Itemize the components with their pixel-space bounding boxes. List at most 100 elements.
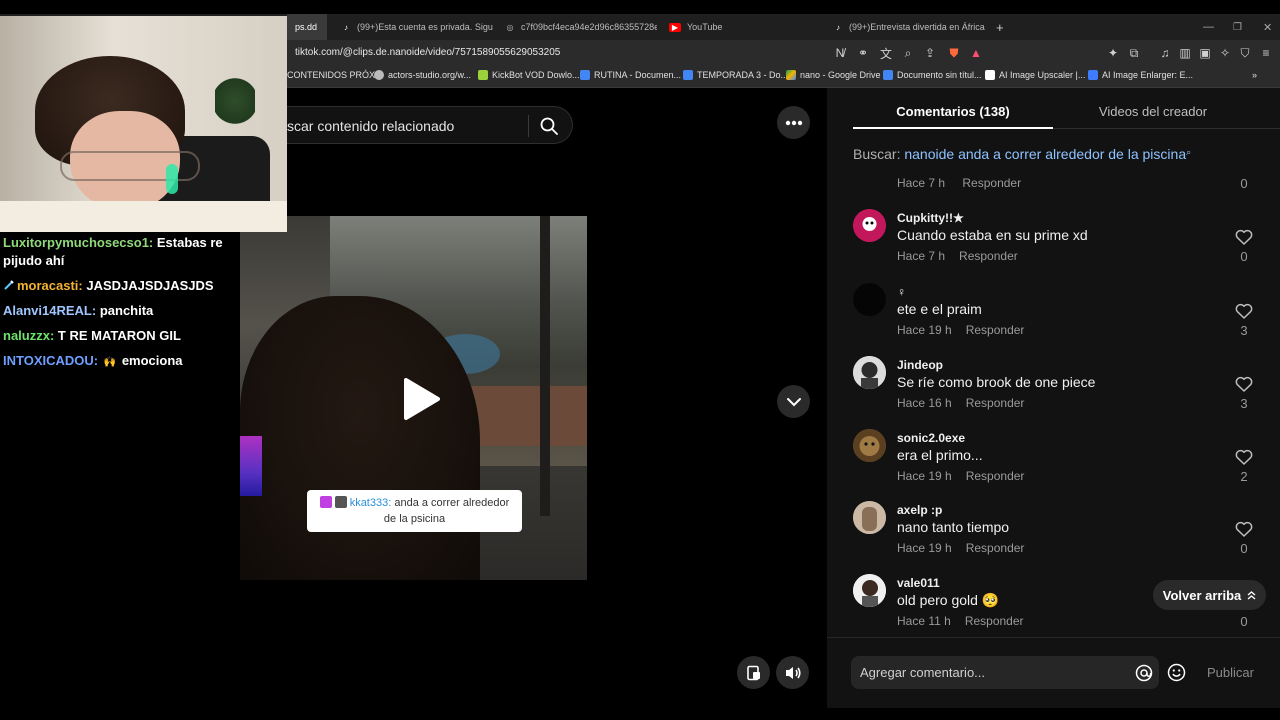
reply-button[interactable]: Responder [965, 614, 1024, 628]
extensions-icon[interactable]: ✦ [1105, 45, 1121, 61]
reply-button[interactable]: Responder [959, 249, 1018, 263]
reply-button[interactable]: Responder [966, 469, 1025, 483]
active-tab-indicator [853, 127, 1053, 129]
reply-button[interactable]: Responder [966, 396, 1025, 410]
picture-in-picture-button[interactable] [737, 656, 770, 689]
screenshot-icon[interactable]: ⧉ [1126, 45, 1142, 61]
wallet-icon[interactable]: ▣ [1197, 45, 1213, 61]
screen-bottom-strip [0, 708, 1280, 720]
search-input[interactable]: scar contenido relacionado [287, 118, 454, 134]
url-text[interactable]: tiktok.com/@clips.de.nanoide/video/75715… [295, 47, 560, 58]
like-count: 0 [1240, 614, 1248, 629]
comment-meta: Hace 7 h Responder [897, 249, 1018, 263]
chat-text: panchita [99, 303, 154, 318]
mention-icon[interactable] [1135, 664, 1153, 682]
browser-tab[interactable]: ◎ c7f09bcf4eca94e2d96c86355728e5f7 [497, 14, 658, 40]
webcam-headset-light [166, 164, 178, 194]
bookmark-item[interactable]: AI Image Enlarger: E... [1088, 70, 1193, 80]
vpn-icon[interactable]: ⛉ [1237, 45, 1253, 61]
comment-time: Hace 19 h [897, 541, 952, 555]
zoom-icon[interactable]: ⌕ [900, 45, 916, 61]
bookmarks-overflow-button[interactable]: » [1252, 70, 1257, 80]
leo-ai-icon[interactable]: ✧ [1217, 45, 1233, 61]
comment-username[interactable]: vale011 [897, 576, 940, 590]
bookmark-item[interactable]: KickBot VOD Dowlo... [478, 70, 580, 80]
related-search[interactable]: Buscar: nanoide anda a correr alrededor … [853, 146, 1191, 162]
music-icon[interactable]: ♫ [1157, 45, 1173, 61]
browser-tab[interactable]: ▶ YouTube [661, 14, 821, 40]
heart-icon[interactable] [1235, 229, 1253, 245]
heart-icon[interactable] [1235, 521, 1253, 537]
overlay-username: kkat333: [349, 497, 392, 509]
avatar[interactable] [853, 574, 886, 607]
youtube-icon: ▶ [669, 22, 681, 32]
comment-input[interactable]: Agregar comentario... [851, 656, 1159, 689]
comment-username[interactable]: ♀ [897, 285, 906, 299]
reply-button[interactable]: Responder [962, 176, 1021, 190]
browser-tab-active[interactable]: ps.dd ✕ [287, 14, 327, 40]
like-count: 3 [1240, 323, 1248, 338]
link-icon[interactable]: ⚭ [855, 45, 871, 61]
play-icon[interactable] [394, 374, 444, 424]
like-count: 2 [1240, 469, 1248, 484]
brave-rewards-icon[interactable]: ▲ [968, 45, 984, 61]
video-player[interactable]: kkat333: anda a correr alrededor de la p… [240, 216, 587, 580]
tab-label: YouTube [687, 22, 723, 32]
chat-emote: 🙌 [103, 357, 117, 368]
tab-creator-videos[interactable]: Videos del creador [1053, 104, 1253, 119]
search-icon[interactable] [537, 115, 561, 137]
reply-button[interactable]: Responder [966, 323, 1025, 337]
chat-text: emociona [121, 353, 183, 368]
avatar[interactable] [853, 283, 886, 316]
comment-username[interactable]: axelp :p [897, 503, 942, 517]
avatar[interactable] [853, 501, 886, 534]
bookmark-item[interactable]: RUTINA - Documen... [580, 70, 681, 80]
sidebar-icon[interactable]: ▥ [1177, 45, 1193, 61]
bookmark-item[interactable]: TEMPORADA 3 - Do... [683, 70, 788, 80]
minimize-button[interactable]: — [1195, 14, 1222, 40]
browser-tab[interactable]: ♪ (99+)Esta cuenta es privada. Sigue e [333, 14, 493, 40]
brave-shield-icon[interactable]: ⛊ [946, 45, 962, 61]
avatar[interactable] [853, 429, 886, 462]
chat-message: moracasti: JASDJAJSDJASJDS [3, 277, 237, 295]
share-icon[interactable]: ⇪ [922, 45, 938, 61]
reply-button[interactable]: Responder [966, 541, 1025, 555]
bookmark-item[interactable]: actors-studio.org/w... [374, 70, 471, 80]
bookmark-item[interactable]: nano - Google Drive [786, 70, 881, 80]
heart-icon[interactable] [1235, 303, 1253, 319]
emoji-icon[interactable] [1167, 663, 1186, 682]
back-to-top-button[interactable]: Volver arriba [1153, 580, 1266, 610]
no-tracking-icon[interactable]: N̸ [832, 45, 848, 61]
tab-comments[interactable]: Comentarios (138) [853, 104, 1053, 119]
volume-button[interactable] [776, 656, 809, 689]
close-window-button[interactable]: ✕ [1255, 14, 1280, 40]
restore-button[interactable]: ❐ [1225, 14, 1250, 40]
bookmark-item[interactable]: Documento sin títul... [883, 70, 982, 80]
search-bar[interactable]: scar contenido relacionado [287, 106, 573, 144]
bookmark-item[interactable]: CONTENIDOS PRÓX... [287, 70, 383, 80]
volume-icon [785, 666, 801, 679]
new-tab-button[interactable]: + [988, 14, 1008, 40]
translate-icon[interactable]: 文 [878, 45, 894, 61]
tab-label: (99+)Esta cuenta es privada. Sigue e [357, 22, 493, 32]
chat-text: T RE MATARON GIL [57, 328, 181, 343]
heart-icon[interactable] [1235, 376, 1253, 392]
webcam-plant [215, 76, 255, 126]
bookmark-item[interactable]: AI Image Upscaler |... [985, 70, 1085, 80]
related-search-query[interactable]: nanoide anda a correr alrededor de la pi… [904, 146, 1186, 162]
comment-text: era el primo... [897, 447, 983, 463]
heart-icon[interactable] [1235, 449, 1253, 465]
avatar[interactable] [853, 209, 886, 242]
next-video-button[interactable] [777, 385, 810, 418]
browser-tab[interactable]: ♪ (99+)Entrevista divertida en África | … [825, 14, 985, 40]
comment-username[interactable]: Cupkitty!!★ [897, 211, 964, 225]
sword-badge-icon [4, 280, 14, 290]
video-scene-person [240, 296, 480, 580]
more-options-button[interactable] [777, 106, 810, 139]
comment-username[interactable]: Jindeop [897, 358, 943, 372]
comment-username[interactable]: sonic2.0exe [897, 431, 965, 445]
publish-button[interactable]: Publicar [1207, 665, 1254, 680]
avatar[interactable] [853, 356, 886, 389]
comment-list-mask [827, 170, 1280, 178]
menu-icon[interactable]: ≡ [1258, 45, 1274, 61]
